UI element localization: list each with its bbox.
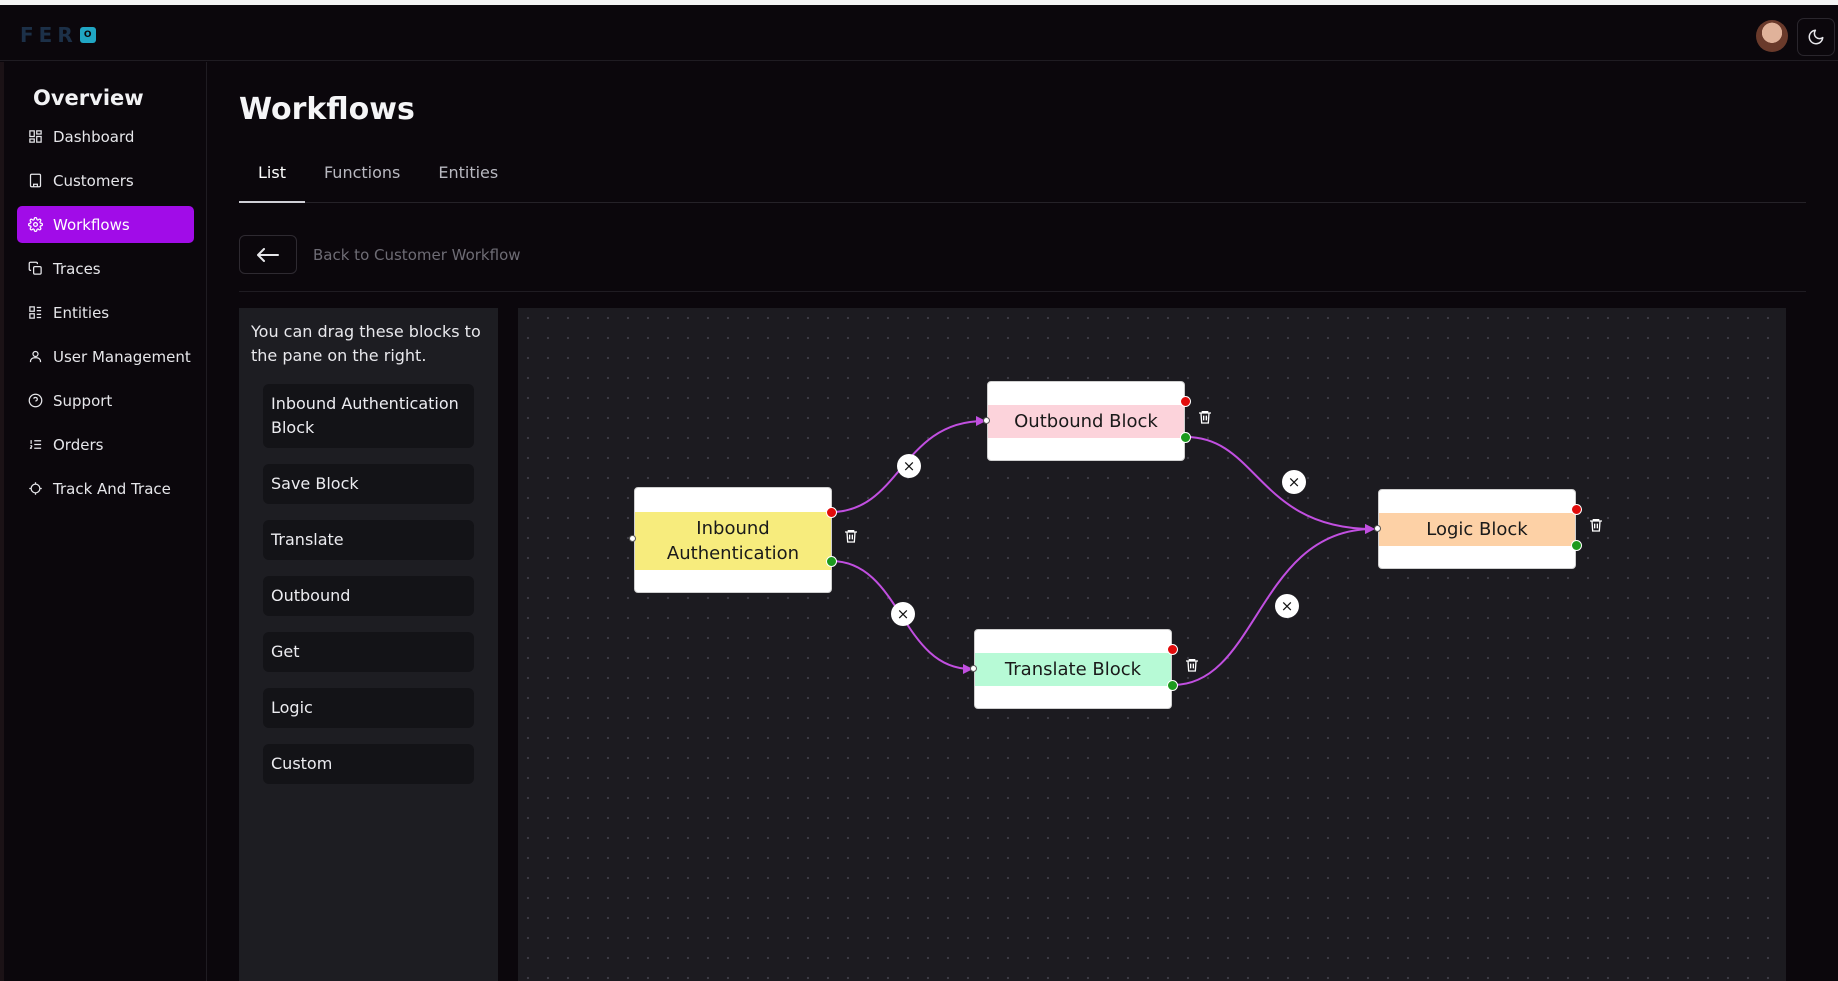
- user-icon: [29, 350, 42, 363]
- logo-text: FER: [20, 23, 78, 47]
- node-outbound-input-port[interactable]: [983, 417, 990, 424]
- node-label: Outbound Block: [988, 405, 1184, 438]
- edge-translate-logic[interactable]: [1172, 524, 1375, 686]
- sidebar-item-label: Support: [53, 391, 113, 410]
- node-logic-block[interactable]: Logic Block: [1378, 489, 1576, 569]
- sidebar-item-orders[interactable]: Orders: [17, 426, 194, 463]
- sidebar-item-support[interactable]: Support: [17, 382, 194, 419]
- palette-item-inbound-authentication-block[interactable]: Inbound Authentication Block: [263, 384, 474, 448]
- node-outbound-success-port[interactable]: [1180, 432, 1191, 443]
- tab-entities[interactable]: Entities: [419, 155, 517, 203]
- trash-icon[interactable]: [1197, 409, 1213, 425]
- node-translate-success-port[interactable]: [1167, 680, 1178, 691]
- sidebar-item-label: Orders: [53, 435, 104, 454]
- node-outbound-block[interactable]: Outbound Block: [987, 381, 1185, 461]
- palette-item-outbound[interactable]: Outbound: [263, 576, 474, 616]
- page-title: Workflows: [239, 92, 415, 127]
- copy-icon: [28, 261, 42, 275]
- flow-canvas[interactable]: Inbound Authentication Outbound Block Tr…: [518, 308, 1786, 981]
- tab-bar: List Functions Entities: [239, 155, 1806, 203]
- arrow-left-icon: [257, 247, 279, 262]
- node-label: Inbound Authentication: [635, 512, 831, 570]
- sidebar-item-customers[interactable]: Customers: [17, 162, 194, 199]
- dashboard-icon: [29, 130, 42, 143]
- node-inbound-success-port[interactable]: [826, 556, 837, 567]
- sidebar-item-label: Entities: [53, 303, 110, 322]
- sidebar-item-label: Dashboard: [53, 127, 135, 146]
- palette-item-save-block[interactable]: Save Block: [263, 464, 474, 504]
- trash-icon[interactable]: [1588, 517, 1604, 533]
- palette-item-translate[interactable]: Translate: [263, 520, 474, 560]
- delete-edge-button[interactable]: ×: [897, 454, 921, 478]
- sidebar-item-label: Customers: [53, 171, 134, 190]
- node-logic-success-port[interactable]: [1571, 540, 1582, 551]
- back-button[interactable]: [239, 235, 297, 274]
- node-inbound-error-port[interactable]: [826, 507, 837, 518]
- node-translate-input-port[interactable]: [970, 665, 977, 672]
- logo-badge: O: [79, 27, 96, 43]
- help-circle-icon: [28, 393, 43, 408]
- palette-item-custom[interactable]: Custom: [263, 744, 474, 784]
- sidebar-item-label: User Management: [53, 347, 191, 366]
- sidebar-edge: [0, 62, 4, 981]
- palette-item-logic[interactable]: Logic: [263, 688, 474, 728]
- sidebar-title: Overview: [33, 86, 144, 110]
- sidebar-item-entities[interactable]: Entities: [17, 294, 194, 331]
- node-inbound-input-port[interactable]: [629, 535, 636, 542]
- theme-toggle-button[interactable]: [1797, 18, 1835, 56]
- node-label: Translate Block: [975, 653, 1171, 686]
- trash-icon[interactable]: [843, 528, 859, 544]
- sidebar-item-label: Track And Trace: [53, 479, 171, 498]
- sidebar: Overview Dashboard Customers Workflows T…: [0, 62, 207, 981]
- gear-icon: [28, 217, 43, 232]
- crosshair-icon: [29, 482, 42, 495]
- user-avatar[interactable]: [1756, 20, 1788, 52]
- sidebar-nav: Dashboard Customers Workflows Traces Ent…: [17, 118, 194, 514]
- moon-icon: [1808, 29, 1824, 45]
- trash-icon[interactable]: [1184, 657, 1200, 673]
- node-inbound-authentication[interactable]: Inbound Authentication: [634, 487, 832, 593]
- node-outbound-error-port[interactable]: [1180, 396, 1191, 407]
- fero-logo[interactable]: FER O: [20, 23, 96, 47]
- delete-edge-button[interactable]: ×: [1275, 594, 1299, 618]
- list-icon: [29, 306, 42, 319]
- tab-functions[interactable]: Functions: [305, 155, 419, 203]
- block-palette: You can drag these blocks to the pane on…: [239, 308, 498, 981]
- delete-edge-button[interactable]: ×: [1282, 470, 1306, 494]
- node-translate-error-port[interactable]: [1167, 644, 1178, 655]
- sidebar-item-track-and-trace[interactable]: Track And Trace: [17, 470, 194, 507]
- sidebar-item-user-management[interactable]: User Management: [17, 338, 194, 375]
- edge-outbound-logic[interactable]: [1185, 436, 1375, 534]
- sidebar-item-label: Traces: [53, 259, 101, 278]
- building-icon: [29, 173, 42, 188]
- node-label: Logic Block: [1379, 513, 1575, 546]
- ordered-list-icon: [29, 440, 42, 449]
- palette-hint: You can drag these blocks to the pane on…: [251, 322, 481, 365]
- node-logic-input-port[interactable]: [1374, 525, 1381, 532]
- node-logic-error-port[interactable]: [1571, 504, 1582, 515]
- top-bar: FER O: [0, 5, 1838, 61]
- tab-list[interactable]: List: [239, 155, 305, 203]
- back-label: Back to Customer Workflow: [313, 246, 521, 264]
- node-translate-block[interactable]: Translate Block: [974, 629, 1172, 709]
- sidebar-item-workflows[interactable]: Workflows: [17, 206, 194, 243]
- back-row: Back to Customer Workflow: [239, 235, 1806, 292]
- delete-edge-button[interactable]: ×: [891, 602, 915, 626]
- sidebar-item-label: Workflows: [53, 215, 130, 234]
- palette-item-get[interactable]: Get: [263, 632, 474, 672]
- sidebar-item-dashboard[interactable]: Dashboard: [17, 118, 194, 155]
- sidebar-item-traces[interactable]: Traces: [17, 250, 194, 287]
